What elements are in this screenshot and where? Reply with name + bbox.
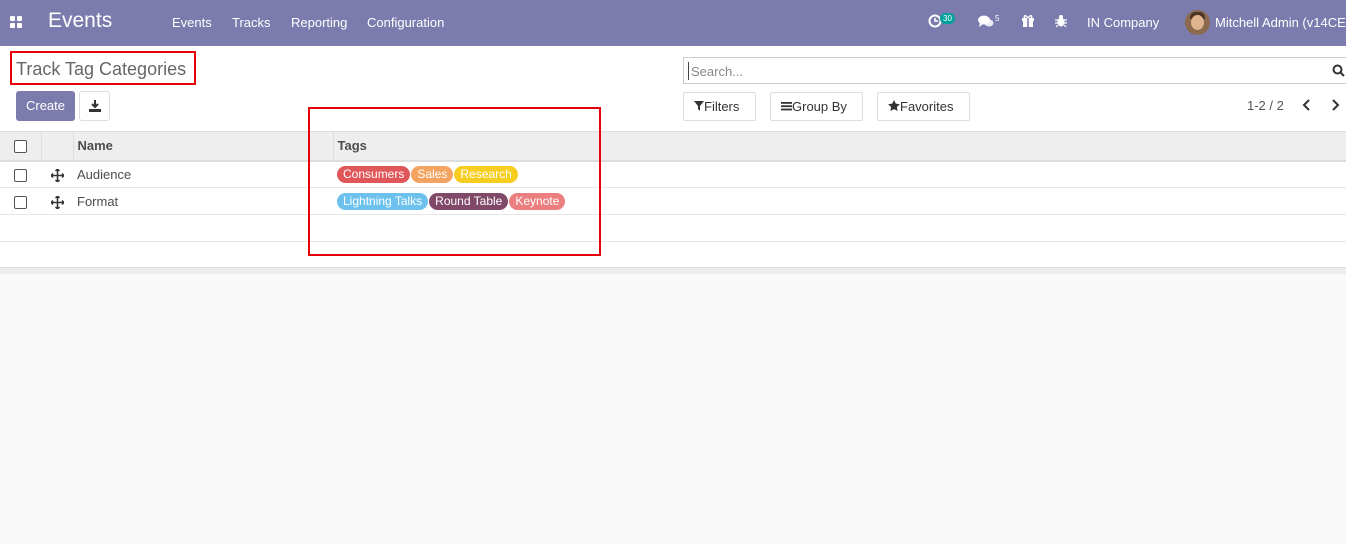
row-handle-cell — [41, 187, 73, 215]
empty-row — [0, 214, 1346, 242]
bars-icon — [781, 102, 792, 111]
row-handle-cell — [41, 160, 73, 188]
chevron-left-icon[interactable] — [1302, 99, 1312, 111]
table-row[interactable]: Audience Consumers Sales Research — [0, 160, 1346, 188]
messages-count-badge: 5 — [995, 14, 1000, 23]
activity-count-badge: 30 — [940, 13, 955, 24]
select-all-checkbox[interactable] — [13, 140, 27, 154]
search-input[interactable] — [688, 62, 1308, 80]
highlight-box-title — [10, 51, 196, 85]
column-header-name[interactable]: Name — [73, 131, 334, 162]
list-view-table: Name Tags Audience Consumers Sales Researc… — [0, 131, 1346, 269]
table-row[interactable]: Format Lightning Talks Round Table Keynote — [0, 187, 1346, 215]
download-icon — [89, 100, 101, 112]
row-name[interactable]: Audience — [73, 160, 333, 188]
gift-icon[interactable] — [1021, 14, 1035, 31]
debug-bug-icon[interactable] — [1054, 14, 1068, 31]
row-checkbox[interactable] — [14, 195, 27, 209]
create-button[interactable]: Create — [16, 91, 75, 121]
search-icon[interactable] — [1332, 64, 1345, 77]
group-by-label: Group By — [792, 99, 847, 114]
empty-row — [0, 241, 1346, 269]
row-select-cell — [0, 187, 41, 215]
company-switcher[interactable]: IN Company — [1087, 15, 1159, 30]
user-avatar[interactable] — [1185, 10, 1210, 35]
favorites-button[interactable]: Favorites — [877, 92, 970, 121]
star-icon — [888, 100, 900, 111]
list-footer — [0, 267, 1346, 274]
search-bar[interactable] — [683, 57, 1346, 84]
filters-label: Filters — [704, 99, 740, 114]
favorites-label: Favorites — [900, 99, 954, 114]
menu-reporting[interactable]: Reporting — [291, 15, 347, 30]
export-button[interactable] — [79, 91, 110, 121]
apps-menu-icon[interactable] — [10, 16, 23, 29]
drag-handle-icon[interactable] — [50, 168, 64, 182]
highlight-box-tags — [308, 107, 601, 256]
handle-header — [41, 131, 74, 162]
app-title[interactable]: Events — [48, 9, 112, 33]
group-by-button[interactable]: Group By — [770, 92, 863, 121]
user-menu[interactable]: Mitchell Admin (v14CE — [1215, 15, 1346, 30]
chevron-right-icon[interactable] — [1330, 99, 1340, 111]
filter-icon — [694, 101, 704, 111]
drag-handle-icon[interactable] — [50, 195, 64, 209]
top-navbar: Events Events Tracks Reporting Configura… — [0, 0, 1346, 46]
row-checkbox[interactable] — [14, 168, 27, 182]
filters-button[interactable]: Filters — [683, 92, 756, 121]
control-panel: Track Tag Categories Create Filters Grou… — [0, 46, 1346, 131]
row-name[interactable]: Format — [73, 187, 333, 215]
menu-events[interactable]: Events — [172, 15, 212, 30]
menu-tracks[interactable]: Tracks — [232, 15, 271, 30]
row-select-cell — [0, 160, 41, 188]
pager-value[interactable]: 1-2 / 2 — [1247, 98, 1284, 113]
select-all-cell — [0, 131, 42, 162]
messages-chat-icon[interactable] — [978, 15, 994, 32]
menu-configuration[interactable]: Configuration — [367, 15, 444, 30]
